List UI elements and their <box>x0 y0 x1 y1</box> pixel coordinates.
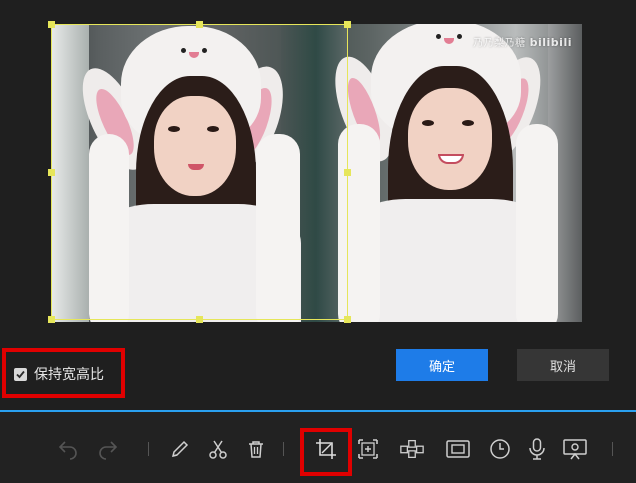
mosaic-icon[interactable] <box>399 436 425 462</box>
undo-icon[interactable] <box>55 436 81 462</box>
pencil-icon[interactable] <box>167 436 193 462</box>
microphone-icon[interactable] <box>524 436 550 462</box>
toolbar-separator <box>148 442 149 456</box>
bilibili-logo: bilibili <box>529 36 572 49</box>
watermark-text: 乃乃梨乃糖 <box>473 38 526 49</box>
crop-handle-right[interactable] <box>344 169 351 176</box>
video-panel-right: 乃乃梨乃糖 bilibili <box>316 24 582 322</box>
crop-handle-top[interactable] <box>196 21 203 28</box>
clock-icon[interactable] <box>487 436 513 462</box>
trash-icon[interactable] <box>243 436 269 462</box>
crop-handle-bottom[interactable] <box>196 316 203 323</box>
preview-area: 乃乃梨乃糖 bilibili <box>0 0 636 340</box>
crop-handle-top-right[interactable] <box>344 21 351 28</box>
highlight-box-checkbox <box>2 348 125 398</box>
cancel-button[interactable]: 取消 <box>517 349 609 381</box>
add-frame-icon[interactable] <box>355 436 381 462</box>
confirm-button[interactable]: 确定 <box>396 349 488 381</box>
crop-selection-box[interactable] <box>48 21 351 323</box>
scissors-icon[interactable] <box>205 436 231 462</box>
picture-in-picture-icon[interactable] <box>445 436 471 462</box>
toolbar-separator <box>283 442 284 456</box>
screen-record-icon[interactable] <box>562 436 588 462</box>
toolbar-separator <box>612 442 613 456</box>
crop-handle-bottom-left[interactable] <box>48 316 55 323</box>
crop-handle-bottom-right[interactable] <box>344 316 351 323</box>
crop-handle-top-left[interactable] <box>48 21 55 28</box>
video-watermark: 乃乃梨乃糖 bilibili <box>473 34 572 49</box>
highlight-box-crop-tool <box>300 428 352 476</box>
redo-icon[interactable] <box>95 436 121 462</box>
crop-handle-left[interactable] <box>48 169 55 176</box>
